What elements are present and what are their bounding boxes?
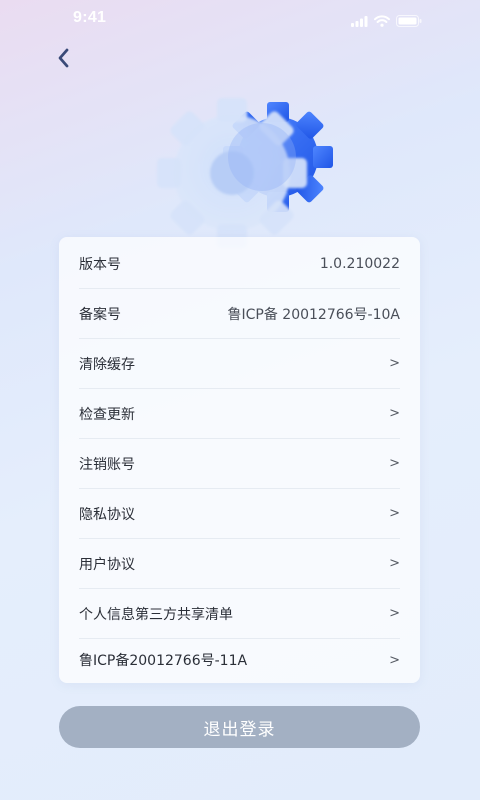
chevron-right-icon: >: [389, 606, 400, 621]
status-icons: [351, 12, 422, 31]
row-label: 版本号: [79, 256, 121, 273]
chevron-right-icon: >: [389, 652, 400, 668]
chevron-right-icon: >: [389, 456, 400, 471]
row-label: 用户协议: [79, 556, 135, 573]
row-value: 1.0.210022: [319, 255, 400, 272]
row-label: 检查更新: [79, 406, 135, 423]
settings-row-check-update[interactable]: 检查更新 >: [79, 389, 400, 439]
row-label: 备案号: [79, 306, 121, 323]
logout-button[interactable]: 退出登录: [59, 706, 420, 748]
row-label: 清除缓存: [79, 356, 135, 373]
chevron-right-icon: >: [389, 556, 400, 571]
settings-row-record-number: 备案号 鲁ICP备 20012766号-10A: [79, 289, 400, 339]
chevron-left-icon: [56, 47, 70, 73]
battery-icon: [396, 12, 422, 31]
chevron-right-icon: >: [389, 406, 400, 421]
settings-row-third-party-sharing[interactable]: 个人信息第三方共享清单 >: [79, 589, 400, 639]
settings-row-icp-link[interactable]: 鲁ICP备20012766号-11A >: [79, 635, 400, 685]
row-label: 鲁ICP备20012766号-11A: [79, 653, 248, 669]
wifi-icon: [374, 12, 390, 31]
settings-row-delete-account[interactable]: 注销账号 >: [79, 439, 400, 489]
gear-icon: [150, 95, 340, 250]
chevron-right-icon: >: [389, 356, 400, 371]
settings-row-clear-cache[interactable]: 清除缓存 >: [79, 339, 400, 389]
status-bar: 9:41: [0, 0, 480, 40]
settings-row-version: 版本号 1.0.210022: [79, 239, 400, 289]
back-button[interactable]: [50, 46, 76, 74]
row-value: 鲁ICP备 20012766号-10A: [227, 306, 401, 323]
row-label: 注销账号: [79, 456, 135, 473]
chevron-right-icon: >: [389, 506, 400, 521]
settings-row-privacy-policy[interactable]: 隐私协议 >: [79, 489, 400, 539]
status-time: 9:41: [73, 9, 107, 26]
signal-icon: [351, 12, 368, 31]
settings-row-user-agreement[interactable]: 用户协议 >: [79, 539, 400, 589]
row-label: 隐私协议: [79, 506, 135, 523]
settings-card: 版本号 1.0.210022 备案号 鲁ICP备 20012766号-10A 清…: [59, 237, 420, 683]
row-label: 个人信息第三方共享清单: [79, 606, 233, 623]
